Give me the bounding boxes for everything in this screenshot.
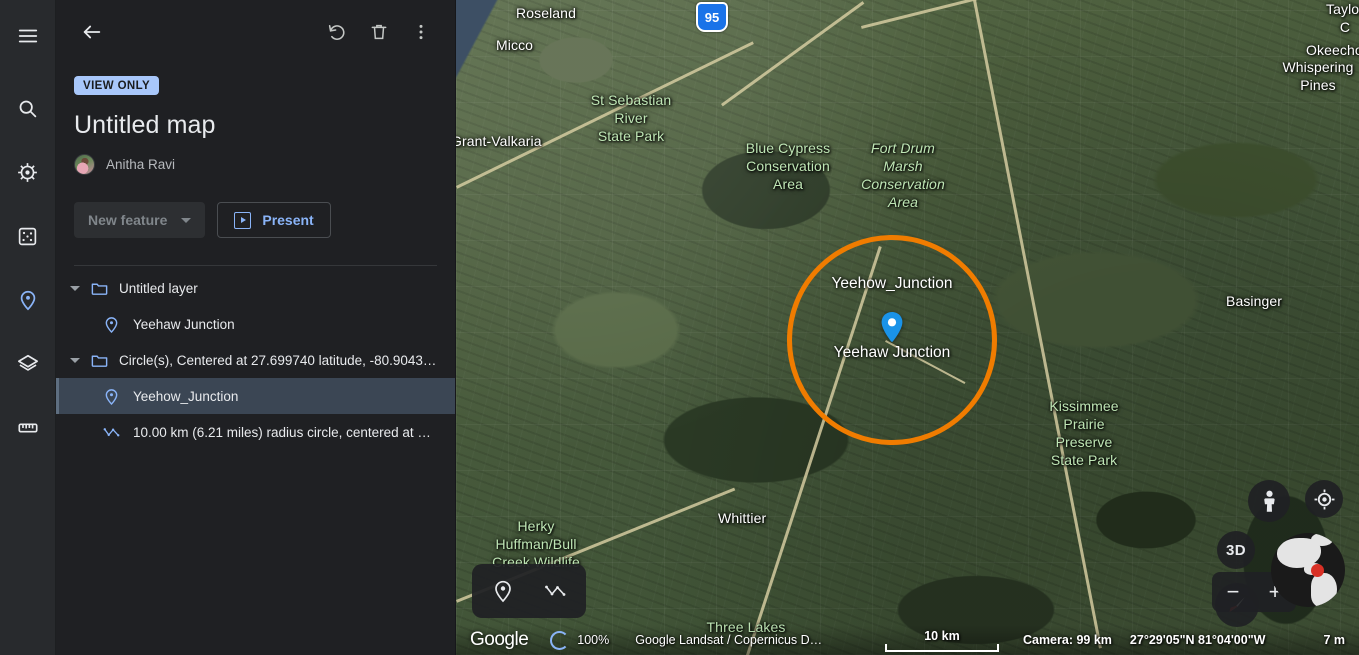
highway-shield-number: 95 (705, 10, 719, 25)
map-draw-toolbar (472, 564, 586, 618)
loading-percent: 100% (577, 633, 609, 647)
toggle-3d-button[interactable]: 3D (1217, 531, 1255, 569)
map-info: VIEW ONLY Untitled map Anitha Ravi New f… (56, 64, 455, 266)
highway-95-shield: 95 (696, 2, 728, 32)
page-title: Untitled map (74, 111, 437, 140)
feature-label: Yeehow_Junction (133, 389, 238, 404)
globe-minimap[interactable] (1271, 533, 1345, 607)
new-feature-button[interactable]: New feature (74, 202, 205, 238)
loading-spinner-icon (550, 631, 569, 650)
layer-row-untitled-layer[interactable]: Untitled layer (56, 270, 455, 306)
my-maps-app: VIEW ONLY Untitled map Anitha Ravi New f… (0, 0, 1359, 655)
folder-icon (88, 277, 110, 299)
projects-icon[interactable] (8, 152, 48, 192)
scale-bar: 10 km (885, 629, 999, 652)
map-details-panel: VIEW ONLY Untitled map Anitha Ravi New f… (56, 0, 456, 655)
feature-label: 10.00 km (6.21 miles) radius circle, cen… (133, 425, 431, 440)
feature-row-radius-circle[interactable]: 10.00 km (6.21 miles) radius circle, cen… (56, 414, 455, 450)
locate-me-button[interactable] (1305, 480, 1343, 518)
places-icon[interactable] (8, 280, 48, 320)
chevron-down-icon (181, 218, 191, 223)
scatter-icon[interactable] (8, 216, 48, 256)
avatar (74, 154, 95, 175)
feature-label: Yeehaw Junction (133, 317, 235, 332)
chevron-down-icon[interactable] (66, 351, 84, 369)
attribution-bar: Google 100% Google Landsat / Copernicus … (456, 625, 1359, 655)
map-canvas[interactable]: 95 Roseland Micco Grant-Valkaria St Seba… (456, 0, 1359, 655)
menu-icon[interactable] (8, 16, 48, 56)
globe-landmass-greenland (1311, 533, 1333, 546)
present-button[interactable]: Present (217, 202, 330, 238)
action-buttons: New feature Present (74, 202, 437, 238)
layer-tree: Untitled layer Yeehaw Junction Circle(s)… (56, 266, 455, 655)
draw-line-icon[interactable] (538, 574, 572, 608)
elevation-readout: 7 m (1323, 633, 1345, 647)
place-pin-icon (100, 385, 122, 407)
play-icon (234, 212, 251, 229)
pegman-street-view-button[interactable] (1248, 480, 1290, 522)
icon-rail (0, 0, 56, 655)
owner-name: Anitha Ravi (106, 157, 175, 172)
feature-row-yeehaw-junction[interactable]: Yeehaw Junction (56, 306, 455, 342)
present-label: Present (262, 212, 313, 228)
new-feature-label: New feature (88, 212, 167, 228)
add-marker-icon[interactable] (486, 574, 520, 608)
layer-row-circles[interactable]: Circle(s), Centered at 27.699740 latitud… (56, 342, 455, 378)
zoom-out-button[interactable]: − (1218, 581, 1248, 603)
polyline-icon (100, 421, 122, 443)
coordinates-readout: 27°29'05"N 81°04'00"W (1130, 633, 1266, 647)
imagery-attribution: Google Landsat / Copernicus D… (635, 633, 822, 647)
chevron-down-icon[interactable] (66, 279, 84, 297)
globe-location-dot (1311, 564, 1324, 577)
scale-bar-line (885, 644, 999, 652)
camera-altitude: Camera: 99 km (1023, 633, 1112, 647)
folder-icon (88, 349, 110, 371)
owner-row: Anitha Ravi (74, 154, 437, 175)
layer-label: Untitled layer (119, 281, 198, 296)
undo-icon[interactable] (319, 14, 355, 50)
ruler-icon[interactable] (8, 408, 48, 448)
feature-row-yeehow-junction[interactable]: Yeehow_Junction (56, 378, 455, 414)
scale-bar-label: 10 km (924, 629, 959, 643)
back-arrow-icon[interactable] (74, 14, 110, 50)
layer-label: Circle(s), Centered at 27.699740 latitud… (119, 353, 436, 368)
panel-header (56, 0, 455, 64)
google-logo: Google (470, 629, 528, 651)
layers-icon[interactable] (8, 344, 48, 384)
search-icon[interactable] (8, 88, 48, 128)
delete-icon[interactable] (361, 14, 397, 50)
more-options-icon[interactable] (403, 14, 439, 50)
view-only-badge: VIEW ONLY (74, 76, 159, 95)
place-pin-icon (100, 313, 122, 335)
